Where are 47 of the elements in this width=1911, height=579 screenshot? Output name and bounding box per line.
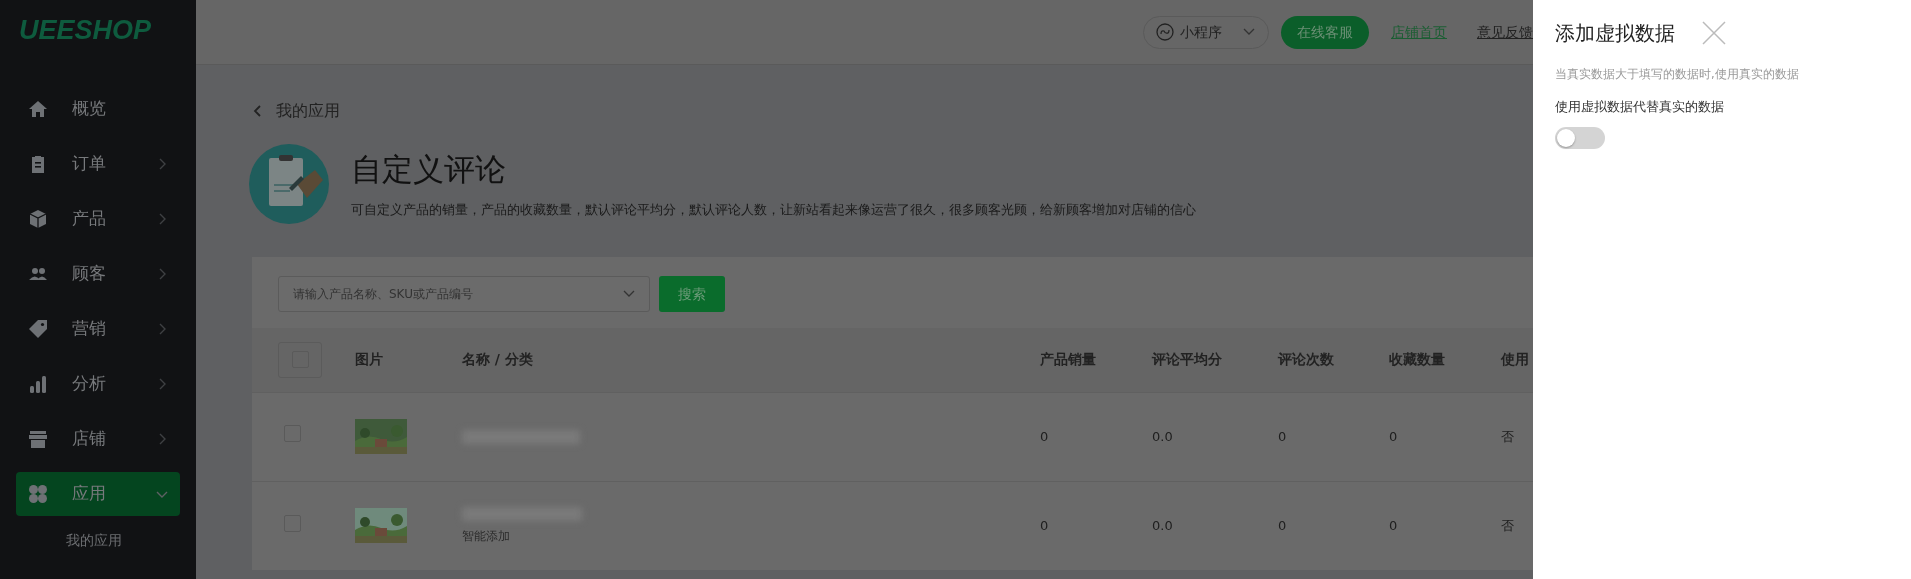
column-header: 评论平均分 [1152,351,1222,368]
column-header: 使用 [1501,351,1529,368]
page-title: 自定义评论 [351,152,507,187]
sidebar-item[interactable]: 分析 [16,362,180,406]
logo: UEESHOP [18,14,153,47]
column-header: 评论次数 [1278,351,1334,368]
table-cell: 0 [1389,428,1398,444]
sidebar-item[interactable]: 产品 [16,197,180,241]
sidebar-item[interactable]: 营销 [16,307,180,351]
sidebar-subitem[interactable]: 我的应用 [0,522,196,551]
house-icon [28,99,48,119]
table-cell: 否 [1501,428,1514,444]
table-cell: 0.0 [1152,518,1173,533]
search-button[interactable]: 搜索 [659,276,725,312]
table-cell: 否 [1501,518,1514,533]
column-header: 收藏数量 [1389,351,1445,368]
box-icon [28,209,48,229]
table-cell: 0 [1389,518,1398,533]
column-header: 产品销量 [1040,351,1096,368]
grid-icon [28,484,48,504]
table-cell: 0 [1040,428,1049,444]
drawer-title: 添加虚拟数据 [1555,20,1675,47]
table-cell: 0.0 [1152,428,1173,444]
hint-text: 当真实数据大于填写的数据时,使用真实的数据 [1555,66,1800,83]
sidebar-item[interactable]: 订单 [16,142,180,186]
column-header: 名称 / 分类 [462,351,533,368]
sidebar-item[interactable]: 顾客 [16,252,180,296]
toggle-switch[interactable] [1555,126,1605,149]
product-tag: 智能添加 [462,526,1020,545]
table-cell: 0 [1040,518,1049,533]
sidebar-item[interactable]: 店铺 [16,417,180,461]
close-button[interactable] [1701,20,1727,46]
table-cell: 0 [1278,428,1287,444]
bar-chart-icon [28,374,48,394]
table-cell: 0 [1278,518,1287,533]
mini-program-icon [1156,23,1174,41]
feedback-link[interactable]: 意见反馈 [1477,21,1533,43]
shop-icon [28,429,48,449]
close-icon [1701,20,1727,46]
sidebar-item[interactable]: 概览 [16,87,180,131]
sidebar-item[interactable]: 应用 [16,472,180,516]
column-header: 图片 [355,351,383,368]
page-description: 可自定义产品的销量，产品的收藏数量，默认评论平均分，默认评论人数，让新站看起来像运营了很久，很多顾客光顾，给新顾客增加对店铺的信心 [351,201,1196,220]
back-link[interactable]: 我的应用 [276,99,340,123]
support-button[interactable]: 在线客服 [1281,15,1369,49]
tag-icon [28,319,48,339]
switch-label: 使用虚拟数据代替真实的数据 [1555,98,1725,117]
